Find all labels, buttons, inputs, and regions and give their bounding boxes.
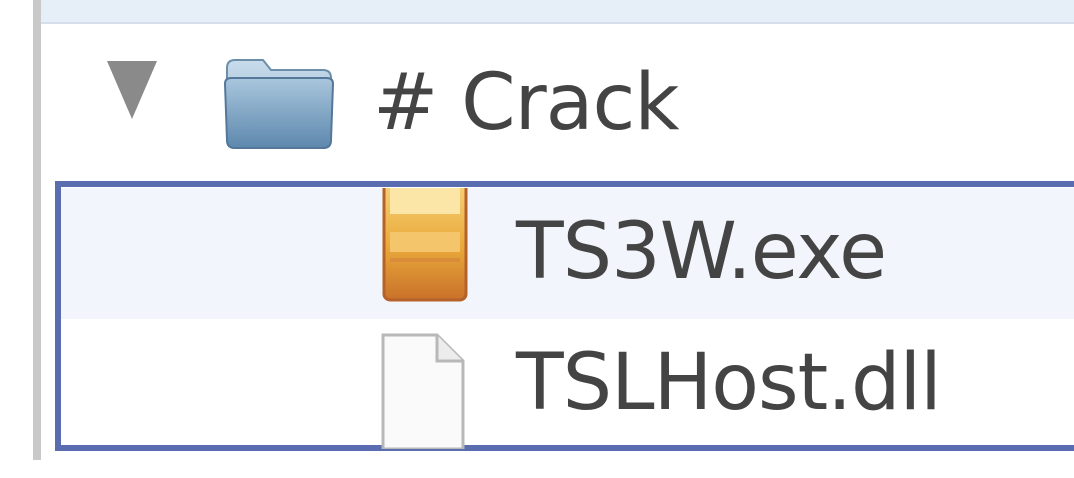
tree-row-folder[interactable]: # Crack bbox=[41, 24, 1074, 182]
folder-name: # Crack bbox=[373, 58, 680, 148]
tree-left-border bbox=[33, 0, 41, 460]
disclosure-triangle-icon[interactable] bbox=[107, 61, 157, 119]
tree-row-file[interactable]: TS3W.exe bbox=[61, 188, 1074, 319]
tree-header-band bbox=[41, 0, 1074, 24]
executable-icon bbox=[382, 188, 468, 302]
document-icon bbox=[381, 333, 465, 449]
tree-row-file[interactable]: TSLHost.dll bbox=[61, 319, 1074, 449]
file-name: TSLHost.dll bbox=[516, 338, 942, 428]
folder-icon bbox=[223, 59, 335, 149]
file-name: TS3W.exe bbox=[516, 207, 887, 297]
